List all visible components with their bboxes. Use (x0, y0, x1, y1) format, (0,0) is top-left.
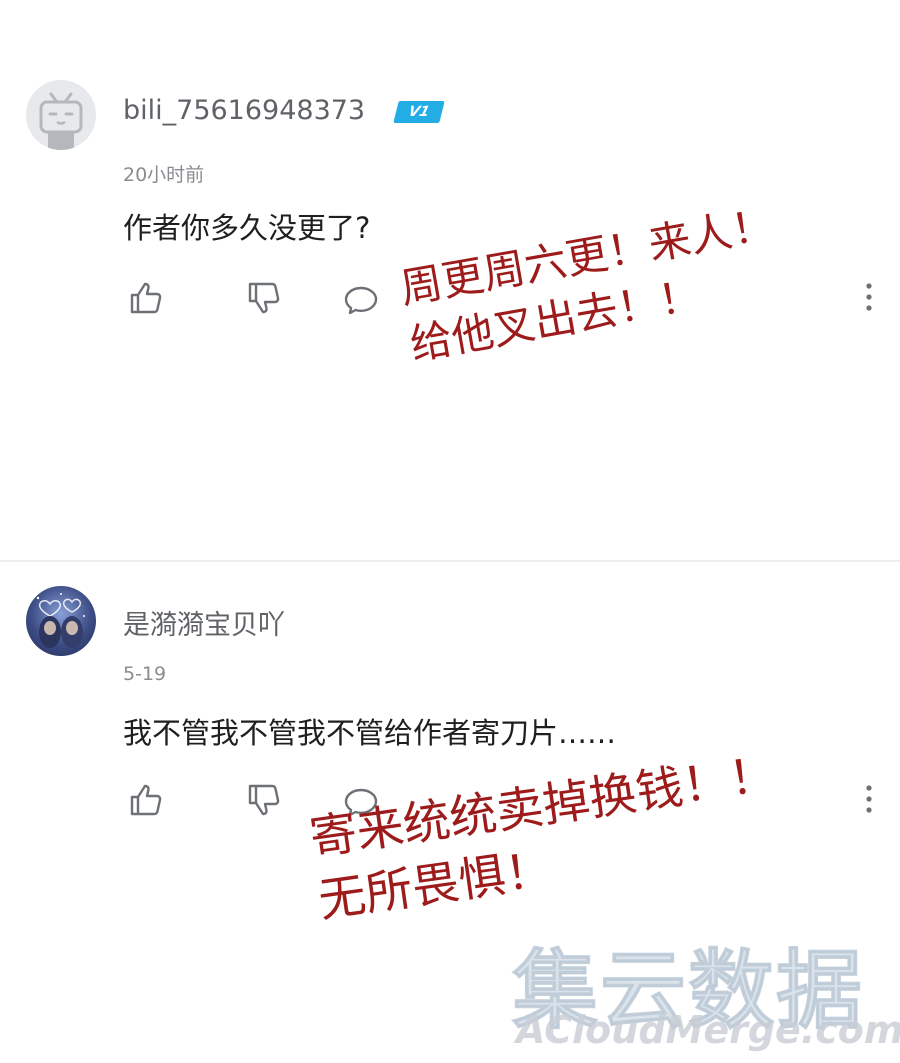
watermark-en: ACloudMerge.com (516, 1008, 900, 1052)
more-icon[interactable] (863, 784, 875, 814)
comment-text: 作者你多久没更了? (123, 211, 371, 245)
timestamp: 20小时前 (123, 164, 205, 186)
like-icon[interactable] (128, 280, 164, 316)
more-icon[interactable] (863, 282, 875, 312)
level-badge: V1 (393, 101, 445, 123)
bilibili-tv-icon (39, 92, 83, 150)
avatar[interactable] (26, 586, 96, 656)
dislike-icon[interactable] (246, 280, 282, 316)
username[interactable]: bili_75616948373 (123, 95, 365, 126)
avatar[interactable] (26, 80, 96, 150)
like-icon[interactable] (128, 782, 164, 818)
timestamp: 5-19 (123, 663, 167, 685)
user-photo-avatar (36, 593, 85, 648)
dislike-icon[interactable] (246, 782, 282, 818)
comment-text: 我不管我不管我不管给作者寄刀片…… (123, 716, 617, 750)
reply-icon[interactable] (343, 282, 379, 318)
watermark: 集云数据 ACloudMerge.com (512, 920, 900, 1060)
username[interactable]: 是漪漪宝贝吖 (123, 603, 285, 642)
